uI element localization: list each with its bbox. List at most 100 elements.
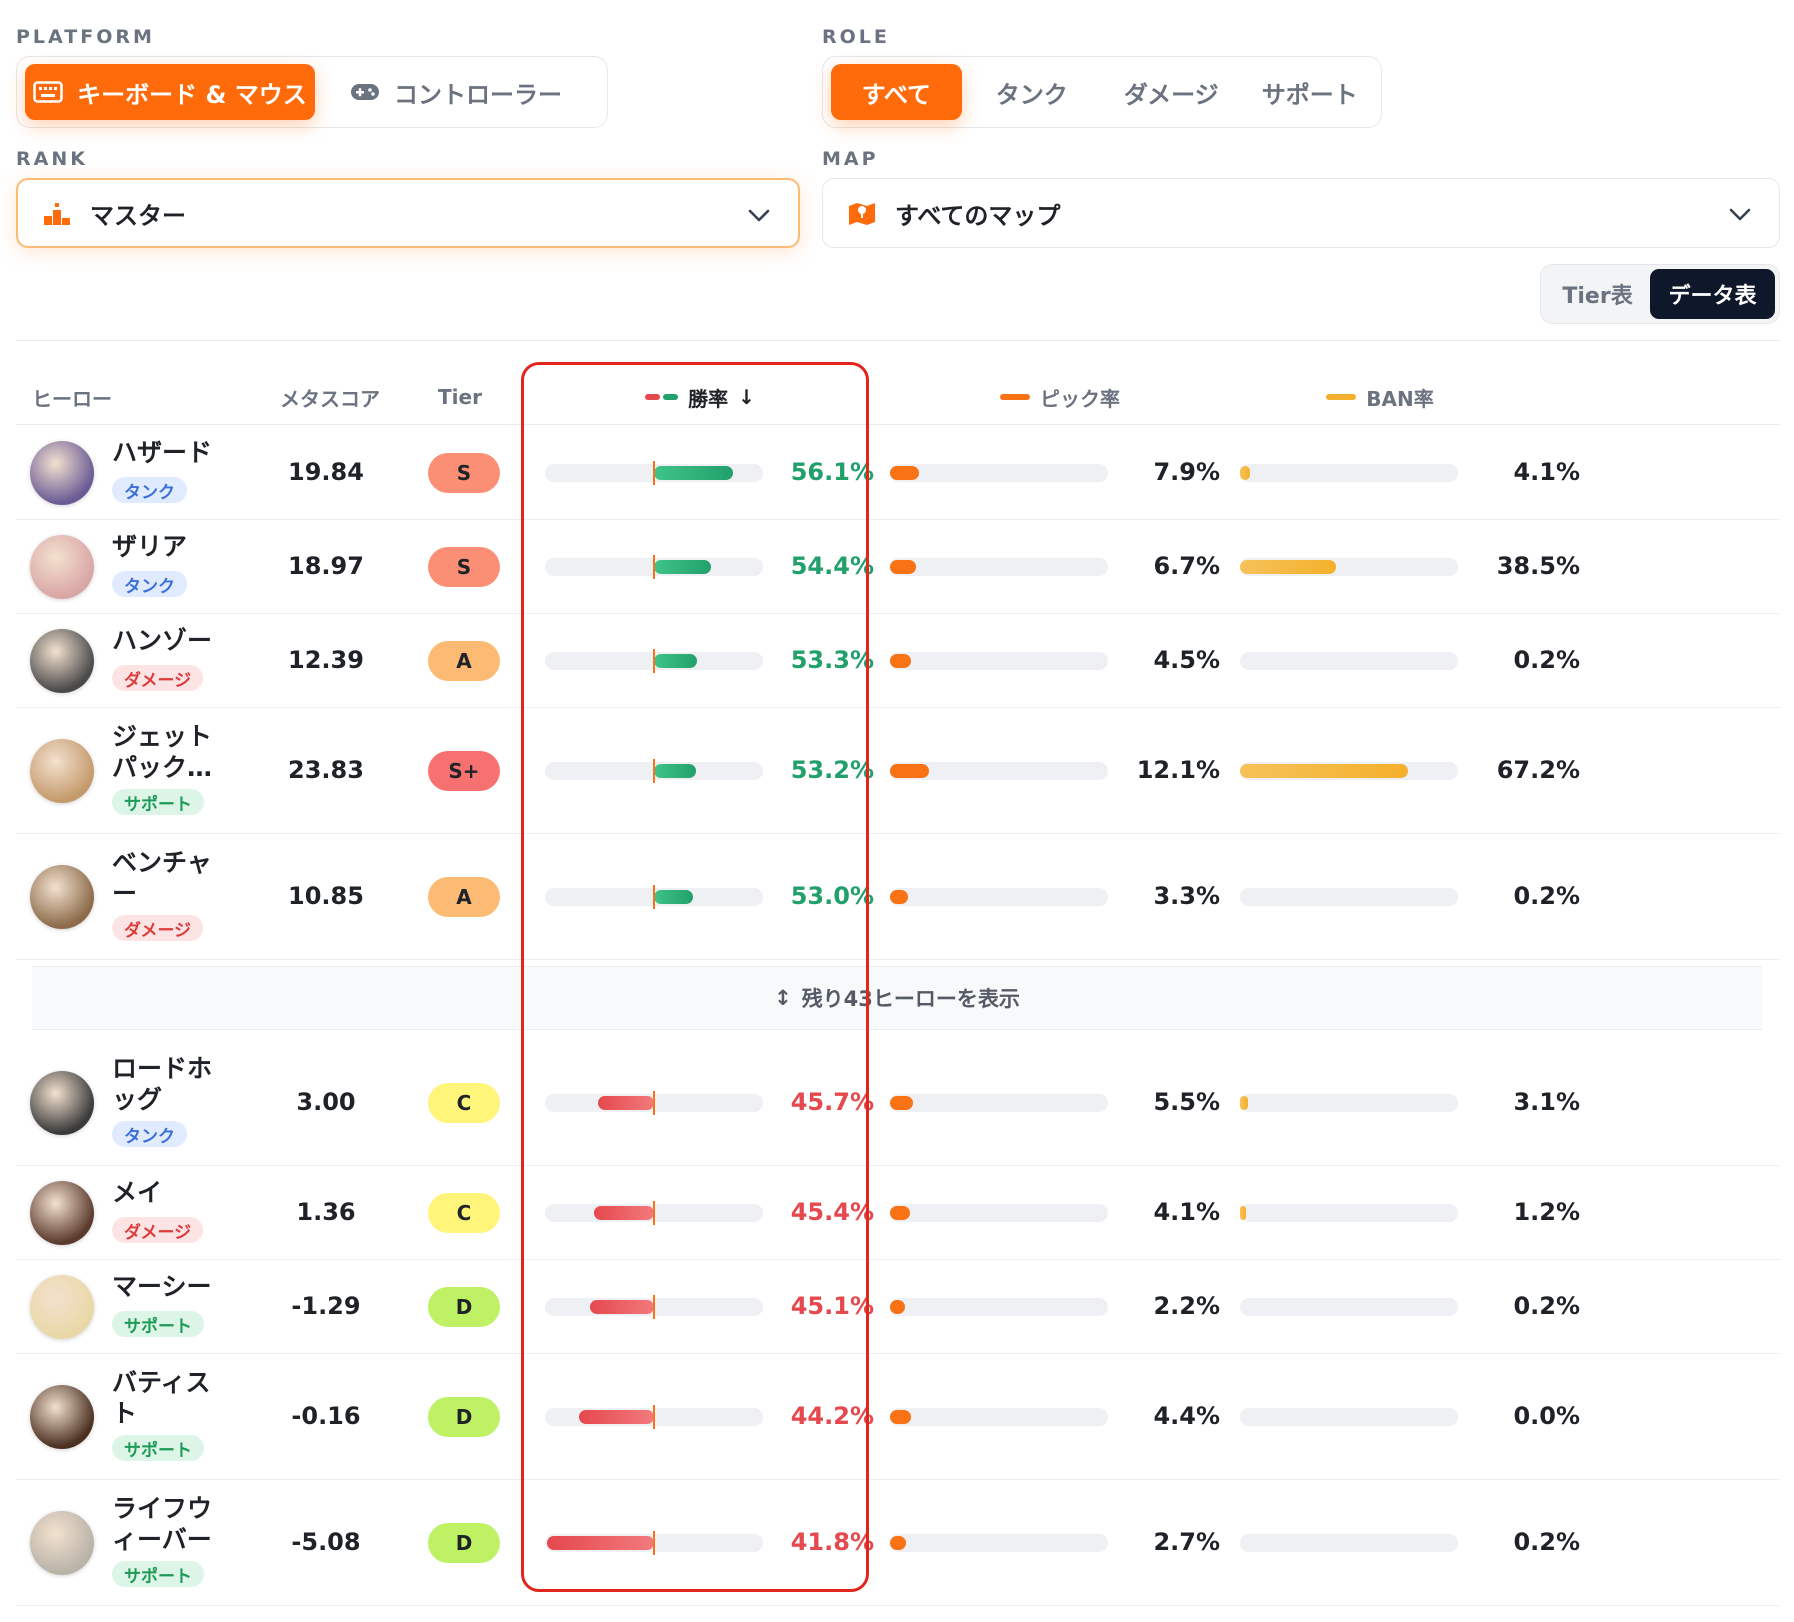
pick-rate-value: 4.1% [1153,1198,1220,1226]
win-rate-center-tick [653,759,655,783]
pick-rate-bar [890,888,1108,906]
hero-avatar [30,1181,94,1245]
role-tank-label: タンク [995,80,1068,109]
ban-rate-fill [1240,764,1408,778]
hero-avatar [30,629,94,693]
chevron-down-icon [1729,208,1751,221]
pick-rate-fill [890,466,919,480]
hero-name[interactable]: マーシー [112,1271,232,1302]
header-hero[interactable]: ヒーロー [32,380,132,414]
pick-legend-icon [1000,394,1030,400]
view-toggle: Tier表 データ表 [1540,264,1780,324]
header-ban-rate[interactable]: BAN率 [1300,380,1460,414]
pick-rate-fill [890,560,917,574]
hero-avatar [30,739,94,803]
header-win-rate-label: 勝率 [688,386,729,411]
role-badge: サポート [112,1311,204,1337]
pick-rate-value: 4.4% [1153,1402,1220,1430]
table-row[interactable]: ハンゾー ダメージ 12.39 A 53.3% 4.5% 0.2% [16,614,1780,708]
win-rate-fill [598,1096,654,1110]
role-all-button[interactable]: すべて [831,64,962,120]
pick-rate-fill [890,1096,914,1110]
ban-rate-bar [1240,652,1458,670]
ban-legend-icon [1326,394,1357,400]
pick-rate-bar [890,1408,1108,1426]
header-meta-score[interactable]: メタスコア [260,380,400,414]
hero-name[interactable]: ハザード [112,437,232,468]
divider [16,424,1780,425]
ban-rate-bar [1240,888,1458,906]
table-row[interactable]: ライフウィーバー サポート -5.08 D 41.8% 2.7% 0.2% [16,1480,1780,1606]
role-badge: タンク [112,1121,187,1147]
ban-rate-value: 0.2% [1513,882,1580,910]
tier-badge: A [428,641,500,681]
platform-keyboard-button[interactable]: キーボード & マウス [25,64,315,120]
win-rate-bar [545,1295,763,1319]
win-rate-center-tick [653,1201,655,1225]
ban-rate-bar [1240,762,1458,780]
divider [16,340,1780,341]
hero-name[interactable]: ベンチャー [112,847,232,909]
table-row[interactable]: ザリア タンク 18.97 S 54.4% 6.7% 38.5% [16,520,1780,614]
header-ban-rate-label: BAN率 [1366,386,1434,411]
hero-name[interactable]: ライフウィーバー [112,1493,232,1555]
rank-dropdown[interactable]: マスター [16,178,800,248]
meta-score: 19.84 [288,458,364,486]
header-pick-rate-label: ピック率 [1040,386,1120,411]
win-rate-center-tick [653,1531,655,1555]
chevron-down-icon [748,209,770,222]
data-view-button[interactable]: データ表 [1650,269,1775,319]
pick-rate-fill [890,1300,906,1314]
role-damage-button[interactable]: ダメージ [1102,64,1240,120]
win-rate-value: 53.3% [790,646,874,674]
win-rate-bar [545,461,763,485]
role-tank-button[interactable]: タンク [968,64,1097,120]
pick-rate-fill [890,1410,911,1424]
ban-rate-bar [1240,1534,1458,1552]
platform-controller-button[interactable]: コントローラー [321,64,591,120]
pick-rate-bar [890,762,1108,780]
table-row[interactable]: ロードホッグ タンク 3.00 C 45.7% 5.5% 3.1% [16,1040,1780,1166]
header-win-rate[interactable]: 勝率 ↓ [600,380,800,414]
ban-rate-value: 0.0% [1513,1402,1580,1430]
ban-rate-value: 38.5% [1496,552,1580,580]
hero-name[interactable]: バティスト [112,1367,232,1429]
table-row[interactable]: マーシー サポート -1.29 D 45.1% 2.2% 0.2% [16,1260,1780,1354]
hero-name[interactable]: メイ [112,1177,232,1208]
header-tier[interactable]: Tier [420,380,500,414]
meta-score: 10.85 [288,882,364,910]
table-row[interactable]: ハザード タンク 19.84 S 56.1% 7.9% 4.1% [16,426,1780,520]
win-rate-value: 53.0% [790,882,874,910]
role-support-button[interactable]: サポート [1246,64,1373,120]
role-damage-label: ダメージ [1123,80,1219,109]
tier-badge: D [428,1523,500,1563]
hero-name[interactable]: ジェットパック… [112,721,232,783]
win-rate-fill [594,1206,654,1220]
pick-rate-bar [890,1204,1108,1222]
hero-name[interactable]: ハンゾー [112,625,232,656]
hero-name[interactable]: ザリア [112,531,232,562]
win-rate-fill [654,466,734,480]
pick-rate-value: 12.1% [1136,756,1220,784]
win-rate-bar [545,555,763,579]
table-row[interactable]: ベンチャー ダメージ 10.85 A 53.0% 3.3% 0.2% [16,834,1780,960]
tier-badge: S+ [428,751,500,791]
hero-name[interactable]: ロードホッグ [112,1053,232,1115]
table-row[interactable]: バティスト サポート -0.16 D 44.2% 4.4% 0.0% [16,1354,1780,1480]
win-legend-icon [645,394,679,400]
ban-rate-fill [1240,560,1337,574]
win-rate-fill [654,654,697,668]
hero-avatar [30,1511,94,1575]
tier-view-button[interactable]: Tier表 [1545,269,1650,319]
header-pick-rate[interactable]: ピック率 [960,380,1160,414]
role-badge: サポート [112,789,204,815]
win-rate-value: 53.2% [790,756,874,784]
show-more-heroes-button[interactable]: ↕ 残り43ヒーローを表示 [32,966,1762,1030]
platform-selector: キーボード & マウス コントローラー [16,56,608,128]
table-row[interactable]: ジェットパック… サポート 23.83 S+ 53.2% 12.1% 67.2% [16,708,1780,834]
table-row[interactable]: メイ ダメージ 1.36 C 45.4% 4.1% 1.2% [16,1166,1780,1260]
win-rate-fill [547,1536,654,1550]
win-rate-fill [578,1410,654,1424]
map-dropdown[interactable]: すべてのマップ [822,178,1780,248]
ban-rate-value: 0.2% [1513,1528,1580,1556]
